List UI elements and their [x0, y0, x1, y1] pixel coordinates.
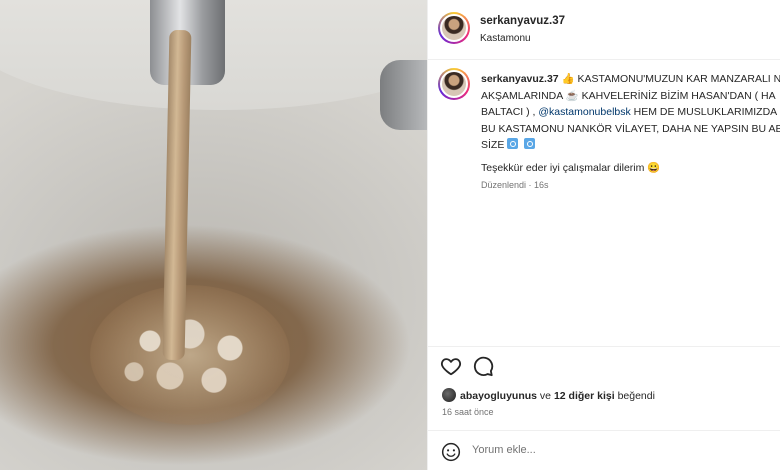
caption-line3b: HEM DE MUSLUKLARIMIZDA — [630, 106, 778, 118]
caption-line2b: KAHVELERİNİZ BİZİM HASAN'DAN ( HA — [578, 89, 776, 102]
avatar[interactable] — [438, 12, 470, 44]
post-photo[interactable] — [0, 0, 427, 470]
comment-box — [428, 430, 780, 470]
liker-avatar[interactable] — [442, 388, 456, 402]
caption: serkanyavuz.37 👍 KASTAMONU'MUZUN KAR MAN… — [428, 60, 780, 346]
caption-username[interactable]: serkanyavuz.37 — [481, 73, 559, 85]
heart-icon[interactable] — [440, 355, 462, 377]
caption-text: serkanyavuz.37 👍 KASTAMONU'MUZUN KAR MAN… — [481, 71, 780, 154]
post-header: serkanyavuz.37 Kastamonu — [428, 0, 780, 60]
faucet-handle — [380, 60, 427, 130]
header-username[interactable]: serkanyavuz.37 — [480, 15, 565, 27]
liked-by: abayogluyunus ve 12 diğer kişi beğendi — [442, 388, 655, 402]
mention-link[interactable]: @kastamonubelbsk — [538, 106, 630, 118]
edited-label: Düzenlendi — [481, 180, 527, 190]
caption-line5: SİZE — [481, 139, 505, 151]
water-foam — [90, 285, 290, 425]
caption-line2a: AKŞAMLARINDA — [481, 89, 566, 102]
caption-age[interactable]: 16s — [534, 180, 549, 190]
post-time[interactable]: 16 saat önce — [442, 407, 494, 417]
caption-line3a: BALTACI ) , — [481, 106, 539, 118]
instagram-post-view: serkanyavuz.37 Kastamonu serkanyavuz.37 … — [0, 0, 780, 470]
liker-username[interactable]: abayogluyunus — [460, 390, 537, 402]
likes-others[interactable]: 12 diğer kişi — [554, 390, 615, 402]
comment-icon[interactable] — [472, 355, 494, 377]
caption-line1: 👍 KASTAMONU'MUZUN KAR MANZARALI N — [558, 73, 780, 85]
refresh-emoji-icon — [507, 138, 519, 149]
emoji-icon[interactable] — [441, 442, 461, 462]
refresh-emoji-icon — [524, 138, 536, 149]
liked-suffix: beğendi — [614, 390, 655, 402]
comment-input[interactable] — [472, 444, 772, 456]
caption-meta: Düzenlendi · 16s — [481, 180, 549, 190]
caption-avatar[interactable] — [438, 68, 470, 100]
post-side-panel: serkanyavuz.37 Kastamonu serkanyavuz.37 … — [427, 0, 780, 470]
caption-thanks: Teşekkür eder iyi çalışmalar dilerim 😀 — [481, 162, 661, 174]
coffee-emoji: ☕ — [565, 89, 579, 102]
liked-connector: ve — [537, 390, 554, 402]
caption-line4: BU KASTAMONU NANKÖR VİLAYET, DAHA NE YAP… — [481, 122, 780, 135]
action-bar: abayogluyunus ve 12 diğer kişi beğendi 1… — [428, 346, 780, 430]
header-location[interactable]: Kastamonu — [480, 33, 531, 44]
